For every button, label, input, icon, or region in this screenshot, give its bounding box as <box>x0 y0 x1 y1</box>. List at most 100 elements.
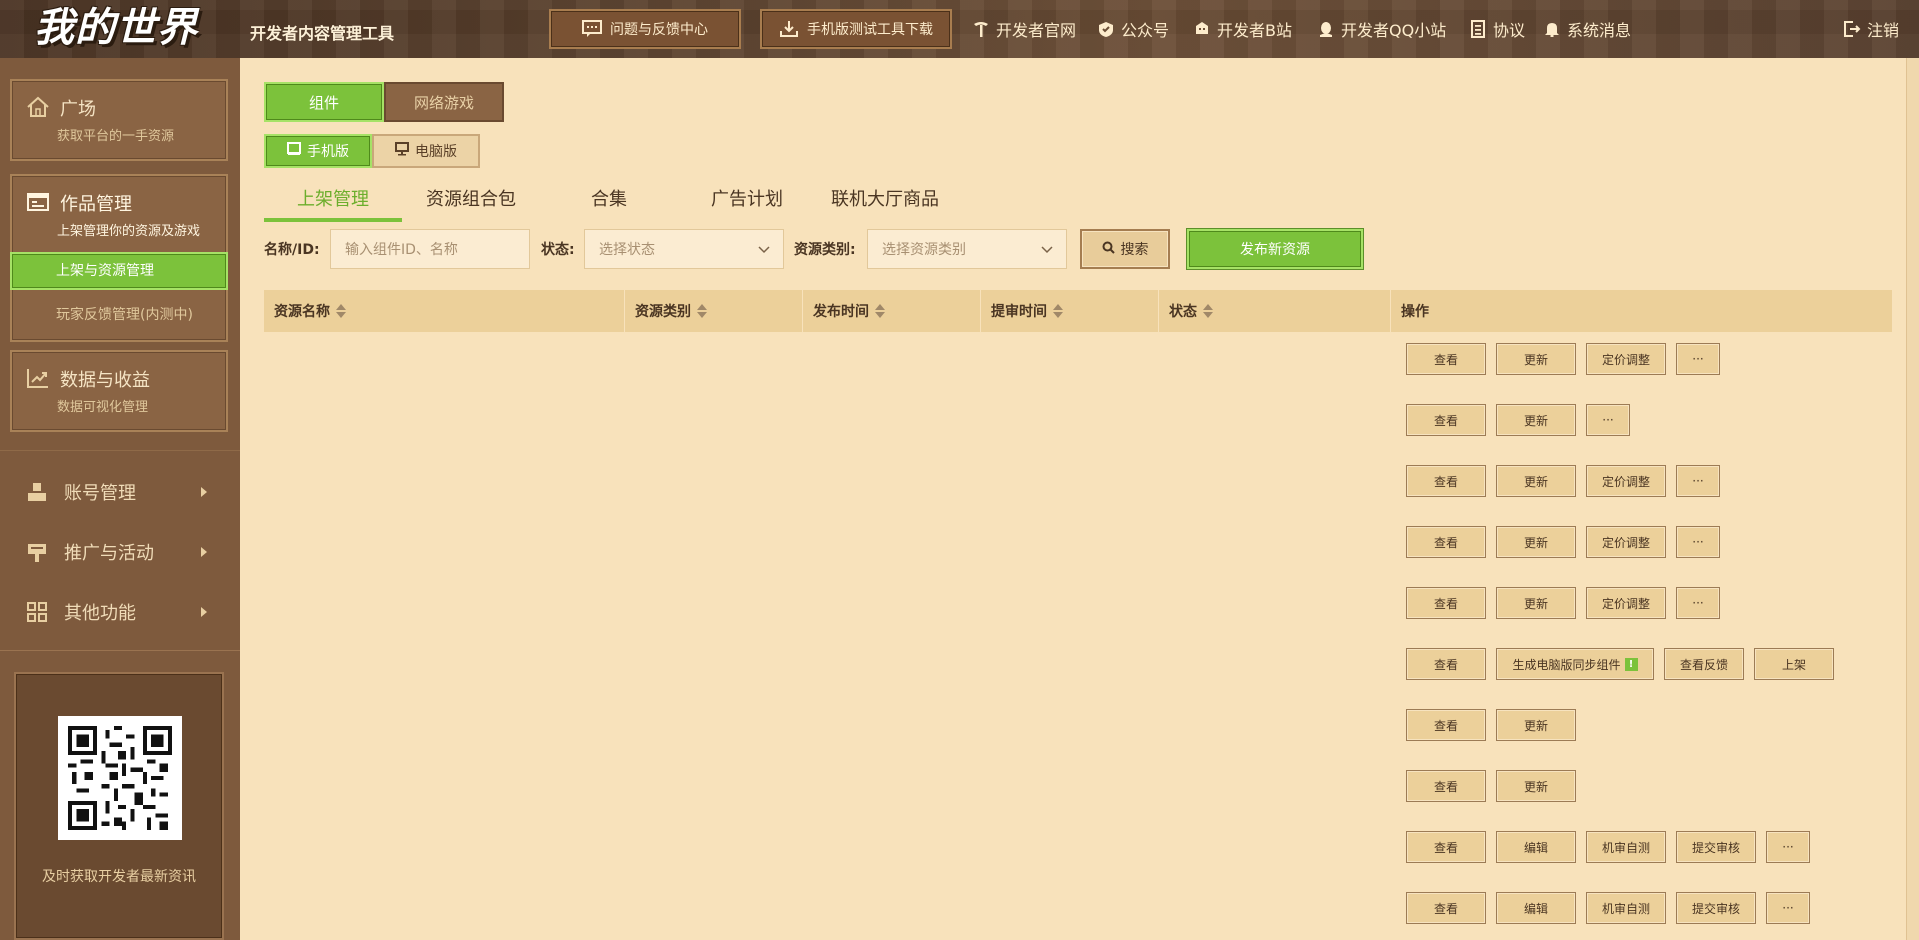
view-button[interactable]: 查看 <box>1406 892 1486 924</box>
col-publish-time[interactable]: 发布时间 <box>803 290 981 332</box>
wechat-official-link[interactable]: 公众号 <box>1097 18 1169 40</box>
wechat-icon <box>1097 20 1115 38</box>
sort-icon[interactable] <box>697 304 707 318</box>
main-content: 组件 网络游戏 手机版 电脑版 上架管理 资源组合包 合集 广告计划 联机大厅商… <box>240 58 1919 940</box>
sort-icon[interactable] <box>875 304 885 318</box>
tab-ad-plan[interactable]: 广告计划 <box>678 178 816 218</box>
submit-review-button[interactable]: 提交审核 <box>1676 892 1756 924</box>
generate-pc-sync-button[interactable]: 生成电脑版同步组件! <box>1496 648 1654 680</box>
mobile-test-tool-download-button[interactable]: 手机版测试工具下载 <box>760 9 952 49</box>
sidebar-menu-other[interactable]: 其他功能 <box>0 592 240 632</box>
price-adjust-button[interactable]: 定价调整 <box>1586 587 1666 619</box>
sidebar-menu-promotion[interactable]: 推广与活动 <box>0 532 240 572</box>
col-resource-name[interactable]: 资源名称 <box>264 290 625 332</box>
view-button[interactable]: 查看 <box>1406 831 1486 863</box>
sidebar-subitem-player-feedback[interactable]: 玩家反馈管理(内测中) <box>12 296 226 334</box>
update-button[interactable]: 更新 <box>1496 465 1576 497</box>
sidebar-item-home[interactable]: 广场 获取平台的一手资源 <box>10 79 228 161</box>
logout-icon <box>1843 20 1861 38</box>
more-actions-button[interactable]: ··· <box>1676 587 1720 619</box>
sidebar-subitem-listing-management[interactable]: 上架与资源管理 <box>10 252 228 290</box>
page-scrollbar[interactable] <box>1906 58 1919 940</box>
auto-review-test-button[interactable]: 机审自测 <box>1586 892 1666 924</box>
view-button[interactable]: 查看 <box>1406 404 1486 436</box>
list-on-shelf-button[interactable]: 上架 <box>1754 648 1834 680</box>
price-adjust-button[interactable]: 定价调整 <box>1586 526 1666 558</box>
tab-active-indicator <box>264 218 402 222</box>
table-header: 资源名称 资源类别 发布时间 提审时间 状态 操作 <box>264 290 1892 332</box>
table-row: 查看 更新 <box>264 698 1892 758</box>
more-actions-button[interactable]: ··· <box>1676 343 1720 375</box>
qr-panel: 及时获取开发者最新资讯 <box>14 672 224 940</box>
table-row: 查看 编辑 机审自测 提交审核 ··· <box>264 881 1892 940</box>
more-actions-button[interactable]: ··· <box>1676 465 1720 497</box>
price-adjust-button[interactable]: 定价调整 <box>1586 343 1666 375</box>
auto-review-test-button[interactable]: 机审自测 <box>1586 831 1666 863</box>
view-button[interactable]: 查看 <box>1406 526 1486 558</box>
update-button[interactable]: 更新 <box>1496 709 1576 741</box>
mobile-icon <box>287 142 301 160</box>
view-button[interactable]: 查看 <box>1406 343 1486 375</box>
bell-icon <box>1543 20 1561 38</box>
search-button[interactable]: 搜索 <box>1080 229 1170 269</box>
sort-icon[interactable] <box>1053 304 1063 318</box>
update-button[interactable]: 更新 <box>1496 770 1576 802</box>
price-adjust-button[interactable]: 定价调整 <box>1586 465 1666 497</box>
dev-website-link[interactable]: 开发者官网 <box>972 18 1076 40</box>
bilibili-link[interactable]: 开发者B站 <box>1193 18 1292 40</box>
more-actions-button[interactable]: ··· <box>1766 892 1810 924</box>
platform-tab-mobile[interactable]: 手机版 <box>264 134 372 168</box>
sort-icon[interactable] <box>1203 304 1213 318</box>
submit-review-button[interactable]: 提交审核 <box>1676 831 1756 863</box>
sidebar-item-works[interactable]: 作品管理 上架管理你的资源及游戏 上架与资源管理 玩家反馈管理(内测中) <box>10 174 228 342</box>
view-button[interactable]: 查看 <box>1406 770 1486 802</box>
type-tab-online-game[interactable]: 网络游戏 <box>384 82 504 122</box>
view-button[interactable]: 查看 <box>1406 587 1486 619</box>
update-button[interactable]: 更新 <box>1496 587 1576 619</box>
status-select[interactable]: 选择状态 <box>584 229 784 269</box>
tab-lobby-goods[interactable]: 联机大厅商品 <box>816 178 954 218</box>
col-resource-category[interactable]: 资源类别 <box>625 290 803 332</box>
more-actions-button[interactable]: ··· <box>1676 526 1720 558</box>
feedback-center-button[interactable]: 问题与反馈中心 <box>549 9 741 49</box>
download-label: 手机版测试工具下载 <box>807 22 933 38</box>
table-row: 查看 更新 定价调整 ··· <box>264 332 1892 392</box>
feedback-center-label: 问题与反馈中心 <box>610 22 708 38</box>
bilibili-icon <box>1193 20 1211 38</box>
minecraft-logo[interactable]: 我的世界 <box>34 4 204 52</box>
more-actions-button[interactable]: ··· <box>1586 404 1630 436</box>
col-status[interactable]: 状态 <box>1159 290 1391 332</box>
view-button[interactable]: 查看 <box>1406 465 1486 497</box>
table-row: 查看 更新 定价调整 ··· <box>264 576 1892 636</box>
agreement-link[interactable]: 协议 <box>1469 18 1525 40</box>
home-icon <box>26 95 50 119</box>
update-button[interactable]: 更新 <box>1496 526 1576 558</box>
more-actions-button[interactable]: ··· <box>1766 831 1810 863</box>
view-button[interactable]: 查看 <box>1406 709 1486 741</box>
view-feedback-button[interactable]: 查看反馈 <box>1664 648 1744 680</box>
platform-tab-pc[interactable]: 电脑版 <box>372 134 480 168</box>
tab-listing-management[interactable]: 上架管理 <box>264 178 402 218</box>
col-submit-time[interactable]: 提审时间 <box>981 290 1159 332</box>
edit-button[interactable]: 编辑 <box>1496 831 1576 863</box>
type-tab-component[interactable]: 组件 <box>264 82 384 122</box>
qr-caption: 及时获取开发者最新资讯 <box>42 869 196 885</box>
publish-new-resource-button[interactable]: 发布新资源 <box>1187 229 1363 269</box>
category-select[interactable]: 选择资源类别 <box>867 229 1067 269</box>
sidebar: 广场 获取平台的一手资源 作品管理 上架管理你的资源及游戏 上架与资源管理 玩家… <box>0 58 240 940</box>
chart-icon <box>26 366 50 390</box>
sidebar-menu-account[interactable]: 账号管理 <box>0 472 240 512</box>
tab-collection[interactable]: 合集 <box>540 178 678 218</box>
search-icon <box>1102 241 1115 258</box>
logout-link[interactable]: 注销 <box>1843 18 1899 40</box>
view-button[interactable]: 查看 <box>1406 648 1486 680</box>
sort-icon[interactable] <box>336 304 346 318</box>
sidebar-item-data-revenue[interactable]: 数据与收益 数据可视化管理 <box>10 350 228 432</box>
update-button[interactable]: 更新 <box>1496 404 1576 436</box>
tab-resource-bundle[interactable]: 资源组合包 <box>402 178 540 218</box>
edit-button[interactable]: 编辑 <box>1496 892 1576 924</box>
system-messages-link[interactable]: 系统消息 <box>1543 18 1631 40</box>
name-id-input[interactable]: 输入组件ID、名称 <box>330 229 530 269</box>
qq-station-link[interactable]: 开发者QQ小站 <box>1317 18 1446 40</box>
update-button[interactable]: 更新 <box>1496 343 1576 375</box>
